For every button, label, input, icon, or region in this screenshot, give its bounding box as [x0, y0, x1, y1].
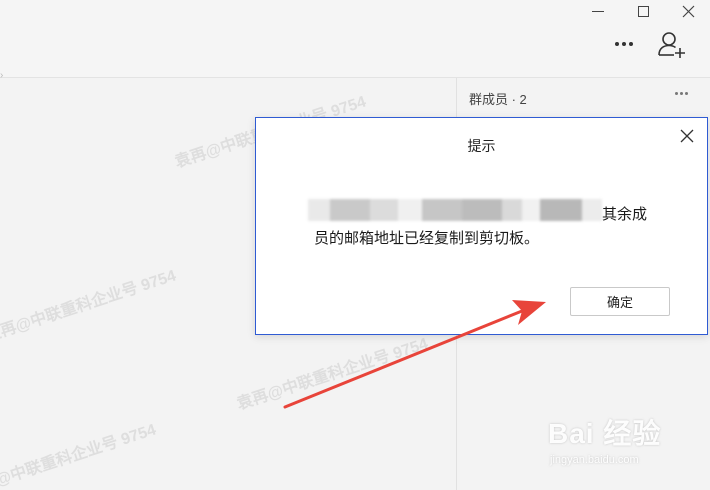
minimize-icon	[592, 10, 604, 12]
members-more-button[interactable]	[675, 86, 695, 100]
more-dot	[680, 91, 683, 95]
window-titlebar: ›	[0, 0, 710, 81]
redacted-names	[308, 199, 602, 221]
more-horizontal-icon	[615, 42, 619, 46]
watermark-text: 袁再@中联重科企业号 9754	[0, 421, 159, 490]
members-title: 群成员 · 2	[469, 92, 527, 107]
watermark-text: 袁再@中联重科企业号 9754	[0, 267, 179, 346]
more-options-button[interactable]	[607, 32, 641, 56]
close-icon	[682, 5, 694, 17]
maximize-icon	[637, 5, 649, 17]
watermark-text: 袁再@中联重科企业号 9754	[235, 335, 431, 414]
more-horizontal-icon	[675, 91, 678, 95]
add-member-icon	[658, 32, 685, 58]
maximize-button[interactable]	[623, 0, 663, 22]
confirm-button[interactable]: 确定	[570, 287, 670, 316]
prompt-dialog: 提示 其余成 员的邮箱地址已经复制到剪切板。 确定	[255, 117, 708, 335]
add-member-button[interactable]	[657, 30, 689, 60]
more-dot	[685, 91, 688, 95]
chevron-icon: ›	[0, 70, 4, 81]
dialog-message-line1: 其余成	[602, 206, 648, 223]
close-icon	[680, 129, 694, 143]
minimize-button[interactable]	[578, 0, 618, 22]
window-close-button[interactable]	[668, 0, 708, 22]
dialog-close-button[interactable]	[676, 125, 698, 147]
more-dot	[629, 42, 633, 46]
more-dot	[622, 42, 626, 46]
dialog-title: 提示	[467, 138, 496, 154]
dialog-message-line2: 员的邮箱地址已经复制到剪切板。	[314, 230, 540, 247]
